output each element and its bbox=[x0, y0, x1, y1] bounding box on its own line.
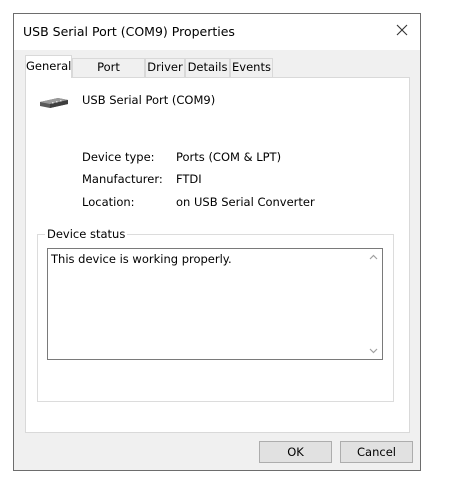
device-type-label: Device type: bbox=[82, 150, 155, 164]
scroll-down-button[interactable] bbox=[366, 344, 381, 358]
device-status-title: Device status bbox=[45, 227, 128, 241]
cancel-button[interactable]: Cancel bbox=[340, 441, 413, 463]
close-icon bbox=[396, 24, 408, 36]
tab-port-settings[interactable]: Port Settings bbox=[72, 58, 145, 91]
chevron-down-icon bbox=[369, 348, 378, 354]
window-title: USB Serial Port (COM9) Properties bbox=[23, 24, 235, 39]
tab-general[interactable]: General bbox=[25, 55, 72, 78]
tab-events[interactable]: Events bbox=[230, 58, 273, 77]
device-type-value: Ports (COM & LPT) bbox=[176, 150, 282, 164]
properties-dialog: USB Serial Port (COM9) Properties Genera… bbox=[13, 13, 421, 471]
device-status-textbox[interactable]: This device is working properly. bbox=[47, 248, 383, 360]
device-name: USB Serial Port (COM9) bbox=[82, 93, 216, 107]
location-label: Location: bbox=[82, 195, 135, 209]
close-button[interactable] bbox=[384, 14, 420, 46]
title-bar[interactable]: USB Serial Port (COM9) Properties bbox=[14, 14, 420, 50]
ok-button[interactable]: OK bbox=[259, 441, 332, 463]
device-status-text: This device is working properly. bbox=[51, 252, 232, 266]
serial-port-icon bbox=[40, 98, 68, 108]
chevron-up-icon bbox=[369, 254, 378, 260]
status-scrollbar[interactable] bbox=[366, 250, 381, 358]
device-status-group: Device status This device is working pro… bbox=[37, 227, 394, 402]
manufacturer-value: FTDI bbox=[176, 172, 202, 186]
manufacturer-label: Manufacturer: bbox=[82, 172, 163, 186]
location-value: on USB Serial Converter bbox=[176, 195, 315, 209]
tab-details[interactable]: Details bbox=[185, 58, 230, 77]
scroll-up-button[interactable] bbox=[366, 250, 381, 264]
tab-panel-general: USB Serial Port (COM9) Device type: Port… bbox=[25, 77, 410, 433]
tab-driver[interactable]: Driver bbox=[145, 58, 185, 77]
